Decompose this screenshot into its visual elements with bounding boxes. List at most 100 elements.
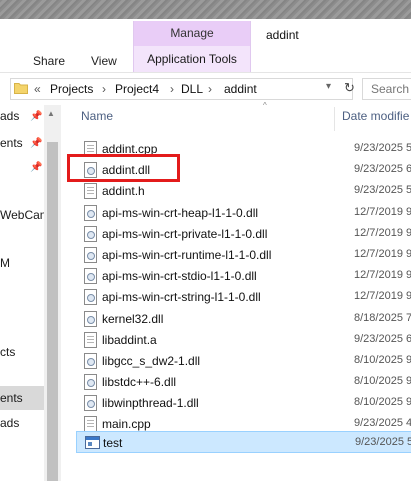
list-item[interactable]: addint.dll 9/23/2025 6:0: [76, 159, 411, 181]
nav-item-webcam[interactable]: WebCam: [0, 208, 50, 222]
file-date: 12/7/2019 9:1: [354, 269, 411, 281]
manage-group-label: Manage: [134, 21, 250, 46]
address-bar[interactable]: « Projects › Project4 › DLL › addint ▾ ↻: [10, 78, 355, 100]
dll-file-icon: [84, 374, 97, 390]
file-date: 9/23/2025 6:0: [354, 333, 411, 345]
list-item[interactable]: libaddint.a 9/23/2025 6:0: [76, 329, 411, 351]
dll-file-icon: [84, 353, 97, 369]
file-name: api-ms-win-crt-heap-l1-1-0.dll: [102, 206, 259, 220]
file-name: addint.dll: [102, 163, 151, 177]
list-item[interactable]: libgcc_s_dw2-1.dll 8/10/2025 9:4: [76, 350, 411, 372]
file-date: 12/7/2019 9:1: [354, 206, 411, 218]
pin-icon[interactable]: 📌: [30, 162, 42, 173]
ribbon: Share View Manage Application Tools addi…: [0, 19, 411, 73]
pin-icon[interactable]: 📌: [30, 111, 42, 122]
file-date: 12/7/2019 9:1: [354, 248, 411, 260]
cpp-file-icon: [84, 141, 97, 157]
file-name: libwinpthread-1.dll: [102, 396, 199, 410]
dll-file-icon: [84, 289, 97, 305]
file-name: libstdc++-6.dll: [102, 375, 177, 389]
column-header-name[interactable]: Name: [81, 109, 113, 123]
list-item[interactable]: api-ms-win-crt-private-l1-1-0.dll 12/7/2…: [76, 223, 411, 245]
list-item[interactable]: api-ms-win-crt-runtime-l1-1-0.dll 12/7/2…: [76, 244, 411, 266]
breadcrumb-separator-icon: ›: [208, 82, 212, 96]
list-item-selected[interactable]: test 9/23/2025 5:0: [76, 431, 411, 453]
dll-file-icon: [84, 226, 97, 242]
file-name: main.cpp: [102, 417, 151, 431]
application-icon: [85, 436, 100, 449]
list-item[interactable]: api-ms-win-crt-heap-l1-1-0.dll 12/7/2019…: [76, 202, 411, 224]
chevron-down-icon[interactable]: ▾: [326, 81, 340, 97]
file-date: 8/18/2025 7:2: [354, 312, 411, 324]
file-date: 9/23/2025 4:4: [354, 417, 411, 429]
breadcrumb-dll[interactable]: DLL: [181, 82, 203, 96]
file-name: addint.cpp: [102, 142, 158, 156]
file-date: 9/23/2025 5:0: [355, 436, 411, 448]
file-date: 9/23/2025 5:2: [354, 184, 411, 196]
dll-file-icon: [84, 162, 97, 178]
file-name: api-ms-win-crt-stdio-l1-1-0.dll: [102, 269, 257, 283]
file-name: libaddint.a: [102, 333, 157, 347]
application-tools-tab-group[interactable]: Manage Application Tools: [133, 21, 251, 72]
file-name: libgcc_s_dw2-1.dll: [102, 354, 201, 368]
file-name: test: [103, 436, 123, 450]
dll-file-icon: [84, 395, 97, 411]
dll-file-icon: [84, 268, 97, 284]
nav-item-downloads-2[interactable]: ads: [0, 416, 19, 430]
list-item[interactable]: addint.cpp 9/23/2025 5:2: [76, 138, 411, 160]
file-date: 12/7/2019 9:1: [354, 290, 411, 302]
folder-icon: [14, 83, 28, 94]
desktop-background-strip: [0, 0, 411, 19]
file-date: 8/10/2025 9:4: [354, 375, 411, 387]
file-name: addint.h: [102, 184, 145, 198]
dll-file-icon: [84, 247, 97, 263]
list-item[interactable]: api-ms-win-crt-string-l1-1-0.dll 12/7/20…: [76, 286, 411, 308]
dll-file-icon: [84, 205, 97, 221]
nav-scrollbar-thumb[interactable]: [47, 142, 58, 481]
tab-application-tools[interactable]: Application Tools: [134, 48, 250, 70]
scroll-up-icon[interactable]: ▲: [47, 109, 55, 118]
cpp-file-icon: [84, 416, 97, 432]
file-name: api-ms-win-crt-runtime-l1-1-0.dll: [102, 248, 272, 262]
file-date: 9/23/2025 6:0: [354, 163, 411, 175]
file-name: api-ms-win-crt-private-l1-1-0.dll: [102, 227, 268, 241]
nav-item-objects[interactable]: cts: [0, 345, 15, 359]
file-date: 8/10/2025 9:4: [354, 354, 411, 366]
list-item[interactable]: api-ms-win-crt-stdio-l1-1-0.dll 12/7/201…: [76, 265, 411, 287]
overflow-chevron-icon[interactable]: «: [34, 82, 41, 96]
archive-file-icon: [84, 332, 97, 348]
file-list: ^ Name Date modifie addint.cpp 9/23/2025…: [63, 101, 411, 481]
address-bar-row: « Projects › Project4 › DLL › addint ▾ ↻…: [0, 73, 411, 105]
tab-view[interactable]: View: [91, 54, 117, 68]
dll-file-icon: [84, 311, 97, 327]
sort-caret-icon: ^: [263, 101, 267, 110]
nav-item-m[interactable]: M: [0, 256, 10, 270]
list-item[interactable]: libwinpthread-1.dll 8/10/2025 9:4: [76, 392, 411, 414]
column-header-date[interactable]: Date modifie: [342, 109, 409, 123]
search-placeholder: Search a: [371, 82, 411, 96]
breadcrumb-separator-icon: ›: [102, 82, 106, 96]
list-item[interactable]: libstdc++-6.dll 8/10/2025 9:4: [76, 371, 411, 393]
file-name: api-ms-win-crt-string-l1-1-0.dll: [102, 290, 261, 304]
breadcrumb-projects[interactable]: Projects: [50, 82, 93, 96]
window-title: addint: [266, 28, 299, 42]
nav-item-downloads[interactable]: ads: [0, 109, 19, 123]
nav-item-documents-selected[interactable]: ents: [0, 391, 23, 405]
breadcrumb-addint[interactable]: addint: [224, 82, 257, 96]
column-divider[interactable]: [334, 107, 335, 131]
file-name: kernel32.dll: [102, 312, 164, 326]
search-input[interactable]: Search a: [362, 78, 411, 100]
list-item[interactable]: kernel32.dll 8/18/2025 7:2: [76, 308, 411, 330]
tab-share[interactable]: Share: [33, 54, 65, 68]
nav-item-documents[interactable]: ents: [0, 136, 23, 150]
pin-icon[interactable]: 📌: [30, 138, 42, 149]
breadcrumb-separator-icon: ›: [170, 82, 174, 96]
file-date: 12/7/2019 9:1: [354, 227, 411, 239]
list-item[interactable]: addint.h 9/23/2025 5:2: [76, 180, 411, 202]
file-date: 9/23/2025 5:2: [354, 142, 411, 154]
file-date: 8/10/2025 9:4: [354, 396, 411, 408]
navigation-pane: ads 📌 ents 📌 📌 WebCam M cts ents ads ▲: [0, 105, 62, 481]
header-file-icon: [84, 183, 97, 199]
refresh-icon[interactable]: ↻: [344, 80, 360, 98]
breadcrumb-project4[interactable]: Project4: [115, 82, 159, 96]
